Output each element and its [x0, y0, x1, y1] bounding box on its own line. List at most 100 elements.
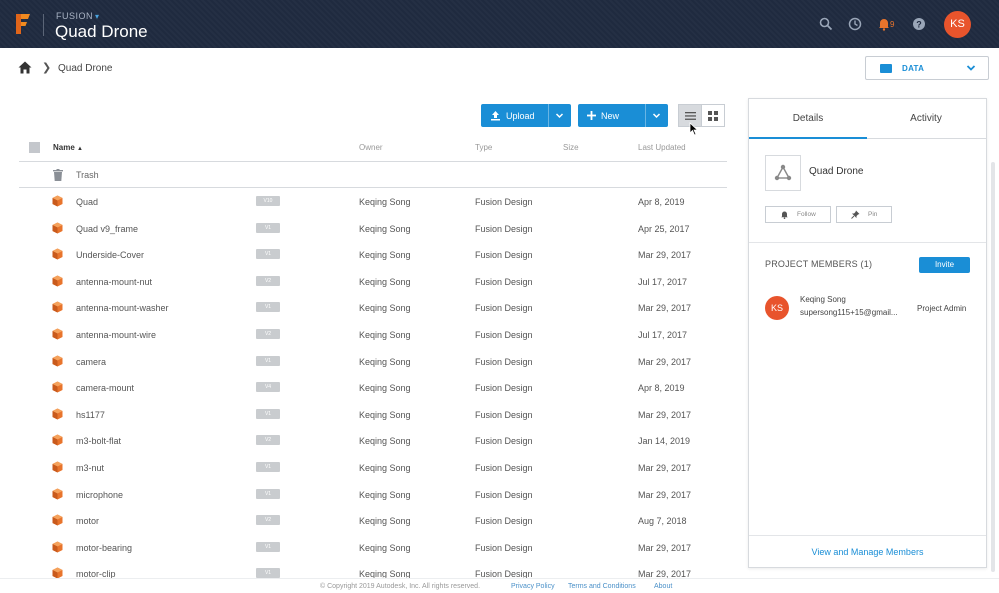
table-row[interactable]: motor-bearing V1 Keqing Song Fusion Design M… — [19, 534, 727, 561]
file-last-updated: Apr 25, 2017 — [638, 223, 690, 234]
table-row[interactable]: Underside-Cover V1 Keqing Song Fusion Desig… — [19, 241, 727, 268]
column-header-type[interactable]: Type — [475, 143, 492, 152]
data-selector-label: DATA — [902, 64, 925, 73]
search-icon[interactable] — [818, 16, 834, 32]
table-header: Name ▲ Owner Type Size Last Updated — [19, 138, 727, 162]
table-row[interactable]: microphone V1 Keqing Song Fusion Design Mar … — [19, 481, 727, 508]
file-name[interactable]: camera — [76, 357, 106, 367]
file-owner: Keqing Song — [359, 250, 411, 261]
file-name[interactable]: Underside-Cover — [76, 250, 144, 260]
file-last-updated: Mar 29, 2017 — [638, 356, 692, 367]
help-icon[interactable]: ? — [911, 16, 927, 32]
breadcrumb-current[interactable]: Quad Drone — [58, 63, 112, 74]
view-manage-members-link[interactable]: View and Manage Members — [749, 535, 986, 567]
chevron-down-icon[interactable] — [555, 111, 564, 120]
breadcrumb-chevron-icon: ❯ — [42, 62, 52, 74]
member-role: Project Admin — [917, 304, 967, 313]
user-avatar[interactable]: KS — [944, 11, 971, 38]
version-badge: V1 — [256, 302, 280, 313]
fusion-design-file-icon — [52, 328, 63, 340]
follow-label: Follow — [797, 211, 816, 218]
upload-button[interactable]: Upload — [481, 104, 571, 127]
version-badge: V1 — [256, 222, 280, 233]
file-name[interactable]: m3-bolt-flat — [76, 436, 121, 446]
file-type: Fusion Design — [475, 303, 533, 314]
file-name[interactable]: m3-nut — [76, 463, 104, 473]
file-last-updated: Aug 7, 2018 — [638, 516, 687, 527]
file-type: Fusion Design — [475, 489, 533, 500]
table-row[interactable]: motor V2 Keqing Song Fusion Design Aug 7, 20… — [19, 507, 727, 534]
invite-button[interactable]: Invite — [919, 257, 970, 273]
clock-icon[interactable] — [847, 16, 863, 32]
table-row[interactable]: camera-mount V4 Keqing Song Fusion Design Ap… — [19, 374, 727, 401]
app-name-label: FUSION — [56, 11, 94, 21]
version-badge: V1 — [256, 355, 280, 366]
fusion-logo-icon[interactable] — [14, 12, 32, 36]
file-name[interactable]: Quad v9_frame — [76, 224, 138, 234]
pin-button[interactable]: Pin — [836, 206, 892, 223]
file-last-updated: Apr 8, 2019 — [638, 383, 685, 394]
list-icon — [685, 112, 696, 120]
column-header-owner[interactable]: Owner — [359, 143, 383, 152]
file-type: Fusion Design — [475, 542, 533, 553]
version-badge: V1 — [256, 408, 280, 419]
trash-row[interactable]: Trash — [19, 162, 727, 188]
file-name[interactable]: motor — [76, 516, 99, 526]
fusion-design-file-icon — [52, 222, 63, 234]
chevron-down-icon — [966, 65, 976, 71]
home-icon[interactable] — [18, 61, 32, 74]
follow-button[interactable]: Follow — [765, 206, 831, 223]
tab-activity[interactable]: Activity — [867, 99, 985, 139]
panel-project-name: Quad Drone — [809, 166, 864, 177]
file-name[interactable]: antenna-mount-washer — [76, 303, 169, 313]
file-type: Fusion Design — [475, 463, 533, 473]
file-owner: Keqing Song — [359, 489, 411, 500]
pin-label: Pin — [868, 211, 878, 218]
table-row[interactable]: m3-bolt-flat V2 Keqing Song Fusion Design Ja… — [19, 427, 727, 454]
panel-divider — [749, 242, 986, 243]
table-row[interactable]: antenna-mount-nut V2 Keqing Song Fusion Des… — [19, 268, 727, 295]
data-panel-selector[interactable]: DATA — [865, 56, 989, 80]
privacy-policy-link[interactable]: Privacy Policy — [511, 583, 555, 590]
table-row[interactable]: m3-nut V1 Keqing Song Fusion Design Mar 29, … — [19, 454, 727, 481]
table-row[interactable]: antenna-mount-wire V2 Keqing Song Fusion De… — [19, 321, 727, 348]
column-header-name[interactable]: Name ▲ — [53, 143, 83, 152]
page-scrollbar[interactable] — [991, 162, 995, 572]
fusion-design-file-icon — [52, 195, 63, 207]
panel-tabs: Details Activity — [749, 99, 986, 139]
file-type: Fusion Design — [475, 436, 533, 447]
chevron-down-icon[interactable] — [652, 111, 661, 120]
file-owner: Keqing Song — [359, 330, 411, 340]
grid-view-button[interactable] — [701, 104, 725, 127]
select-all-checkbox[interactable] — [29, 142, 40, 153]
app-switcher[interactable]: FUSION ▾ — [56, 11, 100, 21]
table-row[interactable]: camera V1 Keqing Song Fusion Design Mar 29, … — [19, 348, 727, 375]
table-row[interactable]: Quad V10 Keqing Song Fusion Design Apr 8, 20… — [19, 188, 727, 215]
file-name[interactable]: Quad — [76, 197, 98, 207]
about-link[interactable]: About — [654, 583, 672, 590]
fusion-design-file-icon — [52, 275, 63, 287]
terms-link[interactable]: Terms and Conditions — [568, 583, 636, 590]
file-last-updated: Mar 29, 2017 — [638, 542, 692, 553]
table-row[interactable]: antenna-mount-washer V1 Keqing Song Fusion … — [19, 294, 727, 321]
file-type: Fusion Design — [475, 276, 533, 287]
table-row[interactable]: Quad v9_frame V1 Keqing Song Fusion Design A… — [19, 215, 727, 242]
fusion-design-file-icon — [52, 541, 63, 553]
notification-count: 9 — [890, 20, 895, 29]
file-name[interactable]: antenna-mount-wire — [76, 330, 156, 340]
file-name[interactable]: motor-bearing — [76, 543, 132, 553]
file-name[interactable]: camera-mount — [76, 383, 134, 393]
version-badge: V1 — [256, 249, 280, 260]
svg-text:?: ? — [916, 20, 922, 30]
new-button[interactable]: New — [578, 104, 668, 127]
copyright-text: © Copyright 2019 Autodesk, Inc. All righ… — [320, 583, 481, 590]
table-row[interactable]: hs1177 V1 Keqing Song Fusion Design Mar 29, … — [19, 401, 727, 428]
file-name[interactable]: hs1177 — [76, 410, 105, 420]
file-type: Fusion Design — [475, 250, 533, 261]
column-header-size[interactable]: Size — [563, 143, 579, 152]
file-owner: Keqing Song — [359, 542, 411, 553]
column-header-last-updated[interactable]: Last Updated — [638, 143, 686, 152]
file-name[interactable]: antenna-mount-nut — [76, 277, 152, 287]
tab-details[interactable]: Details — [749, 99, 867, 139]
file-name[interactable]: microphone — [76, 490, 123, 500]
